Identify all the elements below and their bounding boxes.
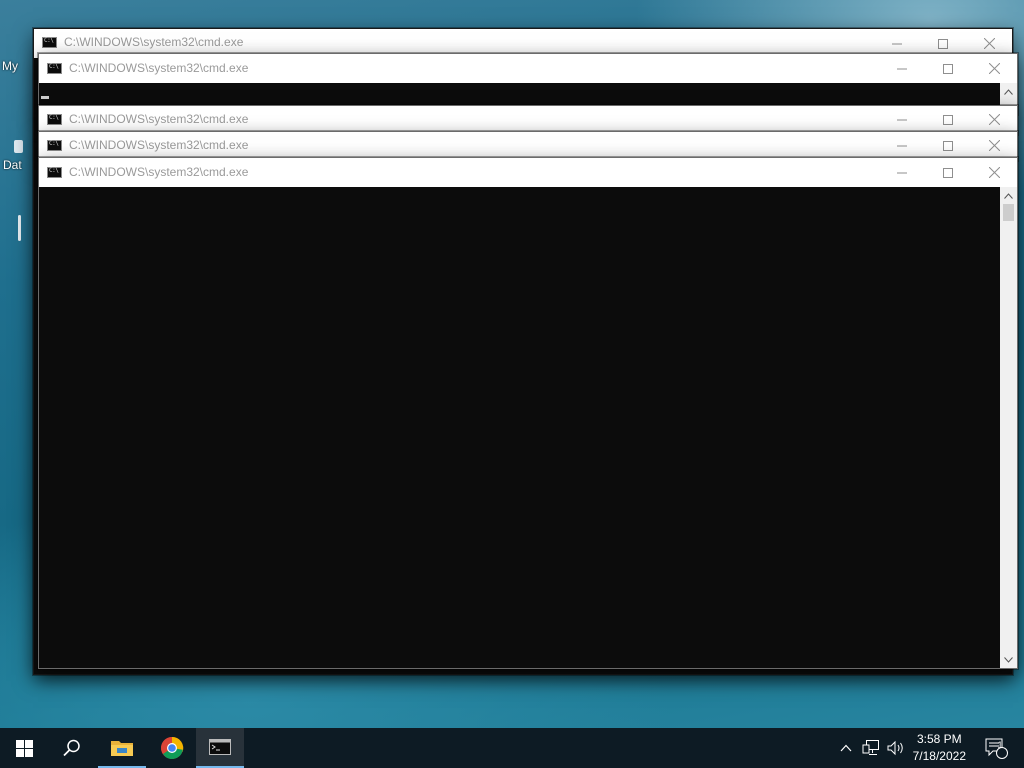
text-cursor xyxy=(41,96,49,99)
folder-icon xyxy=(111,741,133,756)
volume-button[interactable] xyxy=(884,728,908,768)
window-title: C:\WINDOWS\system32\cmd.exe xyxy=(69,138,249,152)
clock-date: 7/18/2022 xyxy=(912,749,966,763)
close-icon xyxy=(988,167,1000,178)
minimize-button[interactable] xyxy=(879,132,925,159)
maximize-icon xyxy=(943,63,953,74)
search-button[interactable] xyxy=(48,728,96,768)
maximize-button[interactable] xyxy=(925,132,971,159)
taskbar-chrome[interactable] xyxy=(148,728,196,768)
maximize-icon xyxy=(943,140,953,151)
desktop-icon-label: My xyxy=(2,59,18,73)
title-bar[interactable]: C:\WINDOWS\system32\cmd.exe xyxy=(39,106,1017,133)
desktop-icon-fragment xyxy=(18,215,21,241)
taskbar-file-explorer[interactable] xyxy=(98,728,146,768)
command-prompt-icon xyxy=(47,63,62,74)
minimize-button[interactable] xyxy=(879,158,925,187)
scroll-down-arrow-icon[interactable] xyxy=(1000,651,1017,668)
minimize-icon xyxy=(897,145,907,146)
close-icon xyxy=(988,140,1000,151)
minimize-icon xyxy=(897,68,907,69)
action-center-button[interactable]: 1 xyxy=(976,728,1016,768)
taskbar-command-prompt[interactable] xyxy=(196,728,244,768)
close-button[interactable] xyxy=(971,132,1017,159)
show-hidden-icons-button[interactable] xyxy=(836,728,856,768)
file-icon xyxy=(14,140,23,153)
command-prompt-icon xyxy=(47,167,62,178)
window-title: C:\WINDOWS\system32\cmd.exe xyxy=(69,112,249,126)
scroll-up-arrow-icon[interactable] xyxy=(1000,83,1017,100)
window-title: C:\WINDOWS\system32\cmd.exe xyxy=(69,61,249,75)
windows-logo-icon xyxy=(15,739,33,757)
title-bar[interactable]: C:\WINDOWS\system32\cmd.exe xyxy=(39,158,1017,187)
minimize-icon xyxy=(892,43,902,44)
minimize-button[interactable] xyxy=(879,54,925,83)
console-area[interactable] xyxy=(39,187,1000,668)
window-title: C:\WINDOWS\system32\cmd.exe xyxy=(69,165,249,179)
system-clock[interactable]: 3:58 PM 7/18/2022 xyxy=(913,731,966,765)
clock-time: 3:58 PM xyxy=(916,732,962,746)
network-button[interactable] xyxy=(858,728,884,768)
window-title: C:\WINDOWS\system32\cmd.exe xyxy=(64,35,244,49)
chevron-up-icon xyxy=(840,744,852,752)
minimize-icon xyxy=(897,119,907,120)
close-icon xyxy=(983,38,995,49)
maximize-icon xyxy=(943,167,953,178)
vertical-scrollbar[interactable] xyxy=(1000,187,1017,668)
speaker-icon xyxy=(887,740,903,756)
chrome-icon xyxy=(161,736,184,759)
maximize-button[interactable] xyxy=(925,158,971,187)
start-button[interactable] xyxy=(0,728,48,768)
taskbar: 3:58 PM 7/18/2022 1 xyxy=(0,728,1024,768)
scroll-up-arrow-icon[interactable] xyxy=(1000,187,1017,204)
maximize-button[interactable] xyxy=(925,54,971,83)
close-button[interactable] xyxy=(971,158,1017,187)
terminal-icon xyxy=(209,739,231,755)
command-prompt-icon xyxy=(42,37,57,48)
command-prompt-icon xyxy=(47,114,62,125)
desktop-icon-label: Dat xyxy=(3,158,22,172)
close-icon xyxy=(988,63,1000,74)
notification-count-badge: 1 xyxy=(997,740,1003,750)
title-bar[interactable]: C:\WINDOWS\system32\cmd.exe xyxy=(39,54,1017,83)
close-button[interactable] xyxy=(971,106,1017,133)
maximize-icon xyxy=(943,114,953,125)
minimize-button[interactable] xyxy=(879,106,925,133)
command-prompt-icon xyxy=(47,140,62,151)
network-icon xyxy=(862,740,879,755)
title-bar[interactable]: C:\WINDOWS\system32\cmd.exe xyxy=(39,132,1017,159)
minimize-icon xyxy=(897,172,907,173)
maximize-button[interactable] xyxy=(925,106,971,133)
maximize-icon xyxy=(938,38,948,49)
cmd-window-5[interactable]: C:\WINDOWS\system32\cmd.exe xyxy=(38,157,1018,669)
search-icon xyxy=(63,739,80,757)
close-icon xyxy=(988,114,1000,125)
close-button[interactable] xyxy=(971,54,1017,83)
scrollbar-thumb[interactable] xyxy=(1003,204,1014,221)
